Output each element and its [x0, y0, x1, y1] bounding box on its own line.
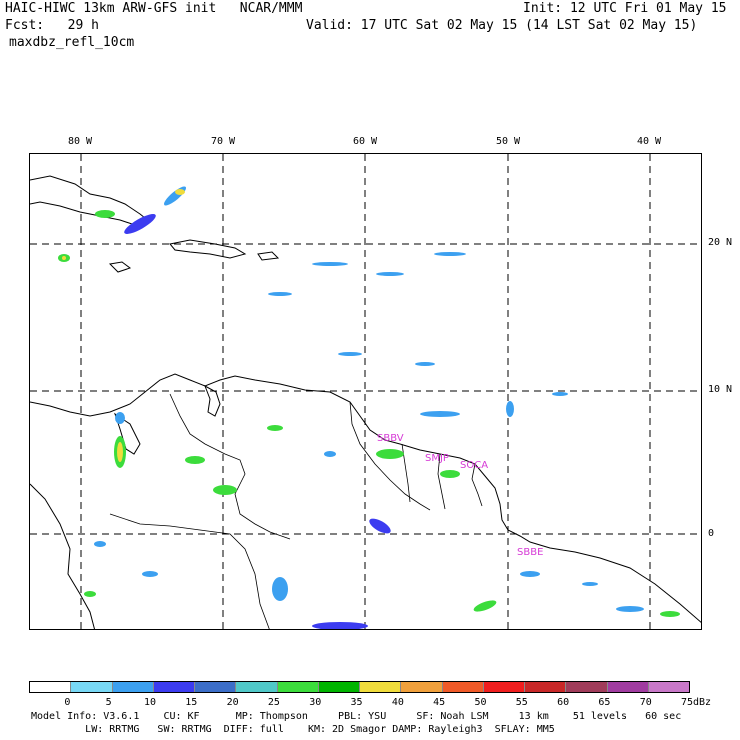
colorbar-segment: [152, 682, 194, 692]
colorbar-segment: [30, 682, 71, 692]
colorbar-segment: [194, 682, 236, 692]
colorbar-tick-label: 30: [309, 697, 322, 708]
colombia-venezuela-border: [169, 393, 291, 540]
colombia-peru-border: [109, 513, 270, 629]
colorbar-segment: [359, 682, 401, 692]
colorbar-segment: [482, 682, 524, 692]
lat-label-10n: 10 N: [708, 384, 733, 395]
cuba-coast: [30, 175, 152, 227]
colorbar-segment: [317, 682, 359, 692]
colorbar-tick-label: 70: [639, 697, 652, 708]
colorbar-segment: [276, 682, 318, 692]
colorbar-tick-label: 0: [64, 697, 71, 708]
colorbar-tick-label: 10: [143, 697, 156, 708]
jamaica-coast: [108, 261, 132, 273]
colorbar-segment: [647, 682, 689, 692]
lon-label-70w: 70 W: [211, 136, 236, 147]
field-name: maxdbz_refl_10cm: [9, 35, 135, 50]
init-time: Init: 12 UTC Fri 01 May 15: [523, 1, 727, 16]
plot-title: HAIC-HIWC 13km ARW-GFS init NCAR/MMM: [5, 1, 303, 16]
model-info-line-1: Model Info: V3.6.1 CU: KF MP: Thompson P…: [31, 711, 682, 722]
lon-label-60w: 60 W: [353, 136, 378, 147]
lat-label-0: 0: [708, 528, 715, 539]
colorbar-segment: [111, 682, 153, 692]
colorbar-tick-label: 60: [557, 697, 570, 708]
colorbar-segment: [606, 682, 648, 692]
model-info-line-2: LW: RRTMG SW: RRTMG DIFF: full KM: 2D Sm…: [31, 724, 555, 735]
forecast-hour: Fcst: 29 h: [5, 18, 99, 33]
colorbar-segment: [524, 682, 566, 692]
colorbar-tick-label: 25: [267, 697, 280, 708]
colorbar-segment: [70, 682, 112, 692]
colorbar-unit: dBz: [693, 697, 712, 708]
colorbar-segment: [565, 682, 607, 692]
lat-label-20n: 20 N: [708, 237, 733, 248]
reflectivity-echoes: [58, 186, 680, 629]
colorbar-tick-label: 20: [226, 697, 239, 708]
colorbar-segment: [441, 682, 483, 692]
maracaibo-coast: [204, 384, 221, 417]
colorbar-tick-label: 50: [474, 697, 487, 708]
lon-label-50w: 50 W: [496, 136, 521, 147]
map-canvas: SBBV SMJP SOCA SBBE: [30, 154, 701, 629]
colorbar-tick-label: 5: [105, 697, 112, 708]
lon-label-80w: 80 W: [68, 136, 93, 147]
hispaniola-coast: [169, 239, 247, 259]
pacific-coast: [30, 483, 95, 629]
lon-label-40w: 40 W: [637, 136, 662, 147]
colorbar-tick-label: 40: [391, 697, 404, 708]
colorbar-tick-label: 55: [515, 697, 528, 708]
station-label-smjp: SMJP: [425, 453, 449, 464]
colorbar-tick-label: 75: [681, 697, 694, 708]
south-america-north-coast: [30, 373, 701, 623]
colorbar-tick-label: 65: [598, 697, 611, 708]
station-label-sbbe: SBBE: [517, 547, 543, 558]
colorbar-segment: [235, 682, 277, 692]
station-label-soca: SOCA: [460, 460, 488, 471]
colorbar-tick-label: 45: [433, 697, 446, 708]
reflectivity-colorbar: [29, 681, 690, 693]
colorbar-segment: [400, 682, 442, 692]
puerto-rico-coast: [257, 251, 280, 261]
map-panel: SBBV SMJP SOCA SBBE: [29, 153, 702, 630]
colorbar-tick-label: 35: [350, 697, 363, 708]
colorbar-tick-label: 15: [185, 697, 198, 708]
country-borders: [109, 393, 483, 629]
valid-time: Valid: 17 UTC Sat 02 May 15 (14 LST Sat …: [306, 18, 698, 33]
station-label-sbbv: SBBV: [377, 433, 404, 444]
